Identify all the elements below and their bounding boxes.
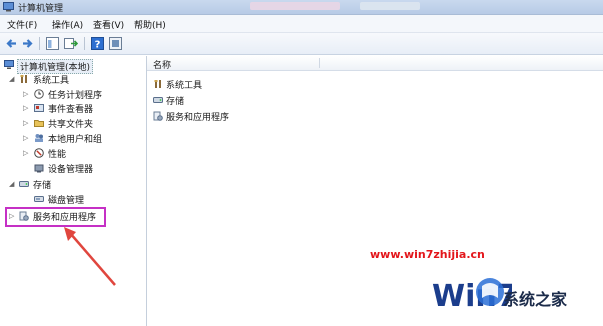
- console-tree-icon[interactable]: [45, 36, 60, 51]
- expand-arrow-icon[interactable]: ▷: [23, 149, 28, 157]
- services-icon: [153, 111, 163, 121]
- highlight-box: [5, 207, 106, 227]
- collapse-arrow-icon[interactable]: ◢: [9, 75, 14, 83]
- export-list-icon[interactable]: [63, 36, 79, 51]
- tree-item-label: 性能: [48, 150, 67, 160]
- tree-item-label: 系统工具: [33, 76, 70, 86]
- tree-item-label: 磁盘管理: [48, 196, 85, 206]
- users-icon: [34, 133, 44, 143]
- win7-logo-icon: Win7: [432, 278, 512, 314]
- tree-item-label: 存储: [33, 181, 52, 191]
- toolbar-separator: [84, 37, 85, 50]
- computer-management-icon: [4, 60, 14, 70]
- forward-arrow-icon[interactable]: [20, 36, 35, 51]
- tree-item-label: 事件查看器: [48, 105, 94, 115]
- menu-action[interactable]: 操作(A): [52, 18, 83, 31]
- column-header-label: 名称: [153, 61, 172, 71]
- menu-view[interactable]: 查看(V): [93, 18, 124, 31]
- shared-folder-icon: [34, 118, 44, 128]
- toolbar: ?: [0, 33, 603, 55]
- computer-management-icon: [3, 2, 14, 15]
- tree-item-label: 本地用户和组: [48, 135, 103, 145]
- help-icon[interactable]: ?: [90, 36, 105, 51]
- tools-icon: [19, 74, 29, 84]
- collapse-arrow-icon[interactable]: ◢: [9, 180, 14, 188]
- column-header-name[interactable]: 名称: [147, 56, 603, 71]
- watermark-url: www.win7zhijia.cn: [370, 248, 485, 261]
- expand-arrow-icon[interactable]: ▷: [23, 90, 28, 98]
- expand-arrow-icon[interactable]: ▷: [23, 119, 28, 127]
- blurred-tab: [250, 2, 340, 10]
- annotation-arrow-icon: [64, 227, 116, 286]
- list-item-label: 存储: [166, 97, 185, 107]
- column-divider[interactable]: [319, 58, 320, 68]
- window-title: 计算机管理: [18, 4, 64, 14]
- menu-bar: 文件(F) 操作(A) 查看(V) 帮助(H): [0, 15, 603, 33]
- performance-icon: [34, 148, 44, 158]
- expand-arrow-icon[interactable]: ▷: [23, 134, 28, 142]
- clock-icon: [34, 89, 44, 99]
- tree-item-label: 共享文件夹: [48, 120, 94, 130]
- device-manager-icon: [34, 163, 44, 173]
- tools-icon: [153, 79, 163, 89]
- disk-icon: [34, 194, 44, 204]
- list-item-label: 系统工具: [166, 81, 203, 91]
- toolbar-separator: [39, 37, 40, 50]
- storage-icon: [153, 95, 163, 105]
- menu-help[interactable]: 帮助(H): [134, 18, 166, 31]
- tree-item-label: 设备管理器: [48, 165, 94, 175]
- list-item-label: 服务和应用程序: [166, 113, 230, 123]
- tree-root-label: 计算机管理(本地): [17, 59, 94, 74]
- title-bar: 计算机管理: [0, 0, 603, 15]
- blurred-tab: [360, 2, 420, 10]
- properties-icon[interactable]: [108, 36, 123, 51]
- svg-text:?: ?: [95, 40, 101, 51]
- tree-item-label: 任务计划程序: [48, 91, 103, 101]
- back-arrow-icon[interactable]: [4, 36, 19, 51]
- expand-arrow-icon[interactable]: ▷: [23, 104, 28, 112]
- watermark-brand: 系统之家: [503, 290, 568, 309]
- event-viewer-icon: [34, 103, 44, 113]
- storage-icon: [19, 179, 29, 189]
- menu-file[interactable]: 文件(F): [7, 18, 37, 31]
